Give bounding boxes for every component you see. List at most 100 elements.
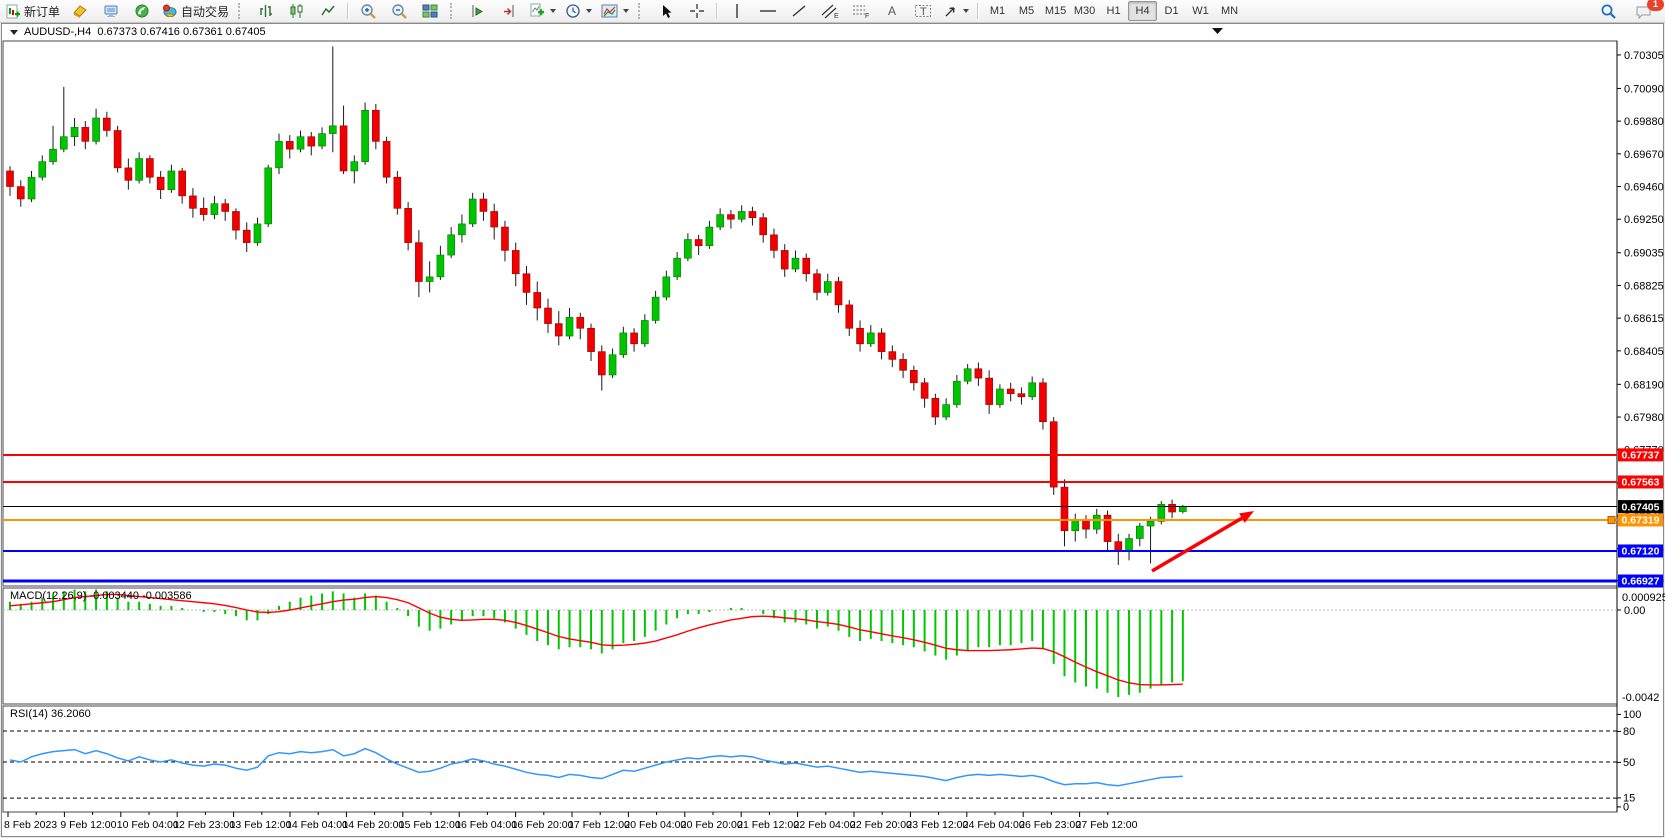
candle-body-bull	[953, 381, 960, 404]
chart-canvas[interactable]: 0.703050.700900.698800.696700.694600.692…	[0, 0, 1665, 838]
candle-body-bull	[1126, 539, 1133, 551]
time-label: 15 Feb 12:00	[399, 819, 461, 831]
tile-windows-button[interactable]	[415, 0, 445, 22]
text-label-icon: T	[914, 3, 932, 19]
search-icon	[1600, 3, 1617, 20]
time-label: 14 Feb 20:00	[342, 819, 404, 831]
timeframe-button-h4[interactable]: H4	[1128, 1, 1157, 21]
candle-body-bull	[39, 162, 46, 178]
candle-body-bear	[146, 159, 153, 178]
candle-body-bull	[351, 162, 358, 171]
time-label: 22 Feb 04:00	[794, 819, 856, 831]
bar-chart-button[interactable]	[251, 0, 281, 22]
trendline-button[interactable]	[784, 0, 814, 22]
timeframe-button-w1[interactable]: W1	[1186, 1, 1215, 21]
equidistant-channel-button[interactable]: E	[815, 0, 845, 22]
candle-body-bear	[125, 168, 132, 180]
timeframe-button-mn[interactable]: MN	[1215, 1, 1244, 21]
rsi-pane[interactable]	[3, 706, 1617, 812]
macd-pane[interactable]	[3, 588, 1617, 704]
candle-body-bear	[760, 218, 767, 235]
svg-text:T: T	[920, 6, 927, 18]
signals-button[interactable]	[127, 0, 157, 22]
candle-body-bull	[254, 224, 261, 243]
line-chart-button[interactable]	[313, 0, 343, 22]
macd-axis-zero: 0.00	[1624, 605, 1645, 617]
candle-body-bear	[781, 250, 788, 269]
metaeditor-button[interactable]	[65, 0, 95, 22]
horizontal-line-button[interactable]	[753, 0, 783, 22]
auto-trading-button[interactable]: 自动交易	[158, 0, 233, 22]
crosshair-button[interactable]	[682, 0, 712, 22]
templates-button[interactable]	[597, 0, 633, 22]
candle-body-bear	[501, 227, 508, 250]
candle-body-bull	[319, 134, 326, 146]
candlestick-chart-button[interactable]	[282, 0, 312, 22]
candle-body-bull	[1029, 383, 1036, 397]
arrows-tool-icon	[943, 4, 958, 19]
fibonacci-button[interactable]: F	[846, 0, 876, 22]
timeframe-button-m5[interactable]: M5	[1012, 1, 1041, 21]
bar-chart-icon	[258, 3, 274, 19]
candle-body-bull	[1136, 526, 1143, 538]
timeframe-button-m1[interactable]: M1	[983, 1, 1012, 21]
price-tick-label: 0.69670	[1624, 149, 1664, 161]
indicators-button[interactable]	[525, 0, 560, 22]
price-line-badge-label: 0.67319	[1622, 515, 1660, 527]
candle-body-bear	[857, 328, 864, 344]
timeframe-button-m30[interactable]: M30	[1070, 1, 1099, 21]
price-tick-label: 0.68825	[1624, 280, 1664, 292]
terminal-button[interactable]	[96, 0, 126, 22]
auto-scroll-button[interactable]	[463, 0, 493, 22]
time-label: 16 Feb 20:00	[512, 819, 574, 831]
timeframe-button-m15[interactable]: M15	[1041, 1, 1070, 21]
notification-badge: 1	[1647, 0, 1664, 11]
main-chart-pane[interactable]	[3, 41, 1617, 586]
zoom-out-button[interactable]	[384, 0, 414, 22]
chart-title-bar: AUDUSD-,H4 0.67373 0.67416 0.67361 0.674…	[2, 24, 266, 40]
candle-body-bull	[265, 168, 272, 224]
time-axis: 8 Feb 20239 Feb 12:0010 Feb 04:0012 Feb …	[4, 812, 1138, 831]
text-tool-icon: A	[885, 3, 899, 19]
timeframe-button-h1[interactable]: H1	[1099, 1, 1128, 21]
crosshair-icon	[689, 3, 705, 19]
timeframe-button-d1[interactable]: D1	[1157, 1, 1186, 21]
chart-shift-button[interactable]	[494, 0, 524, 22]
candle-body-bear	[921, 383, 928, 399]
new-order-button[interactable]: 新订单	[2, 0, 64, 22]
candle-body-bear	[1018, 394, 1025, 397]
candle-body-bull	[684, 239, 691, 258]
periods-button[interactable]	[561, 0, 596, 22]
text-label-button[interactable]: T	[908, 0, 938, 22]
candle-body-bull	[329, 126, 336, 134]
chart-title: AUDUSD-,H4 0.67373 0.67416 0.67361 0.674…	[24, 26, 266, 38]
panel-collapse-arrow-icon[interactable]	[1212, 28, 1223, 34]
candle-body-bull	[641, 320, 648, 343]
tile-windows-icon	[422, 3, 438, 19]
candle-body-bull	[663, 277, 670, 297]
candle-body-bull	[362, 110, 369, 161]
candle-body-bear	[878, 333, 885, 352]
window-menu-icon[interactable]	[10, 30, 18, 35]
time-label: 10 Feb 04:00	[117, 819, 179, 831]
candle-body-bear	[157, 177, 164, 189]
candle-body-bear	[727, 215, 734, 220]
candle-body-bear	[749, 211, 756, 217]
toolbar-right-group: 1	[1593, 0, 1659, 23]
arrows-tool-button[interactable]	[939, 0, 973, 22]
notifications-button[interactable]: 1	[1629, 1, 1659, 23]
svg-text:F: F	[865, 13, 869, 19]
candle-body-bear	[512, 250, 519, 273]
text-tool-button[interactable]: A	[877, 0, 907, 22]
candle-body-bear	[900, 359, 907, 370]
candle-body-bear	[588, 328, 595, 351]
toolbar-separator	[977, 3, 979, 19]
price-alert-marker[interactable]	[1608, 516, 1615, 523]
candle-body-bear	[1083, 520, 1090, 529]
candle-body-bear	[383, 141, 390, 177]
price-tick-label: 0.68405	[1624, 346, 1664, 358]
search-button[interactable]	[1593, 1, 1623, 23]
cursor-button[interactable]	[651, 0, 681, 22]
vertical-line-button[interactable]	[722, 0, 752, 22]
zoom-in-button[interactable]	[353, 0, 383, 22]
